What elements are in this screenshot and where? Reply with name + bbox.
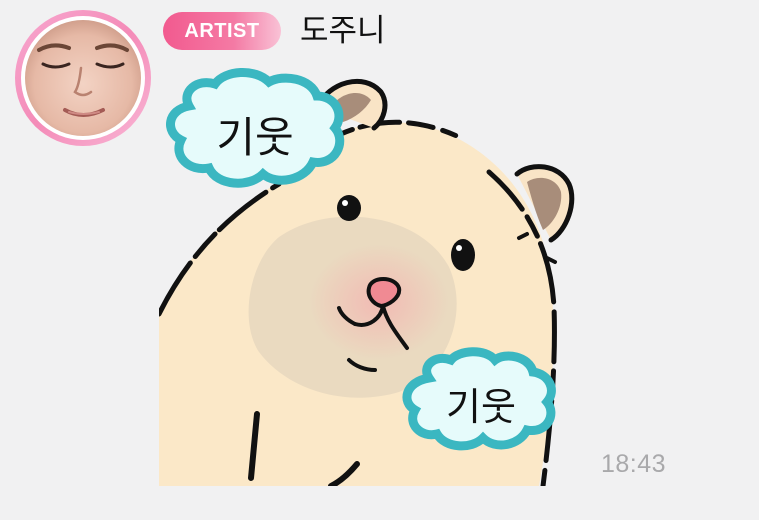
- face-illustration: [25, 20, 141, 136]
- speech-cloud-top-text: 기웃: [216, 113, 293, 162]
- avatar-photo: [25, 20, 141, 136]
- speech-cloud-bottom-text: 기웃: [446, 385, 516, 429]
- message-timestamp: 18:43: [601, 450, 667, 478]
- speech-cloud-bottom: 기웃: [402, 347, 556, 451]
- artist-badge: ARTIST: [163, 12, 281, 50]
- sender-name[interactable]: 도주니: [300, 10, 386, 52]
- peeking-hamster-sticker[interactable]: 기웃 기웃: [156, 62, 599, 489]
- chat-message-row: ARTIST 도주니 기웃 기웃 18:43: [0, 0, 759, 520]
- hamster-illustration: 기웃 기웃: [156, 67, 575, 489]
- avatar[interactable]: [15, 10, 151, 146]
- speech-cloud-top: 기웃: [166, 67, 345, 188]
